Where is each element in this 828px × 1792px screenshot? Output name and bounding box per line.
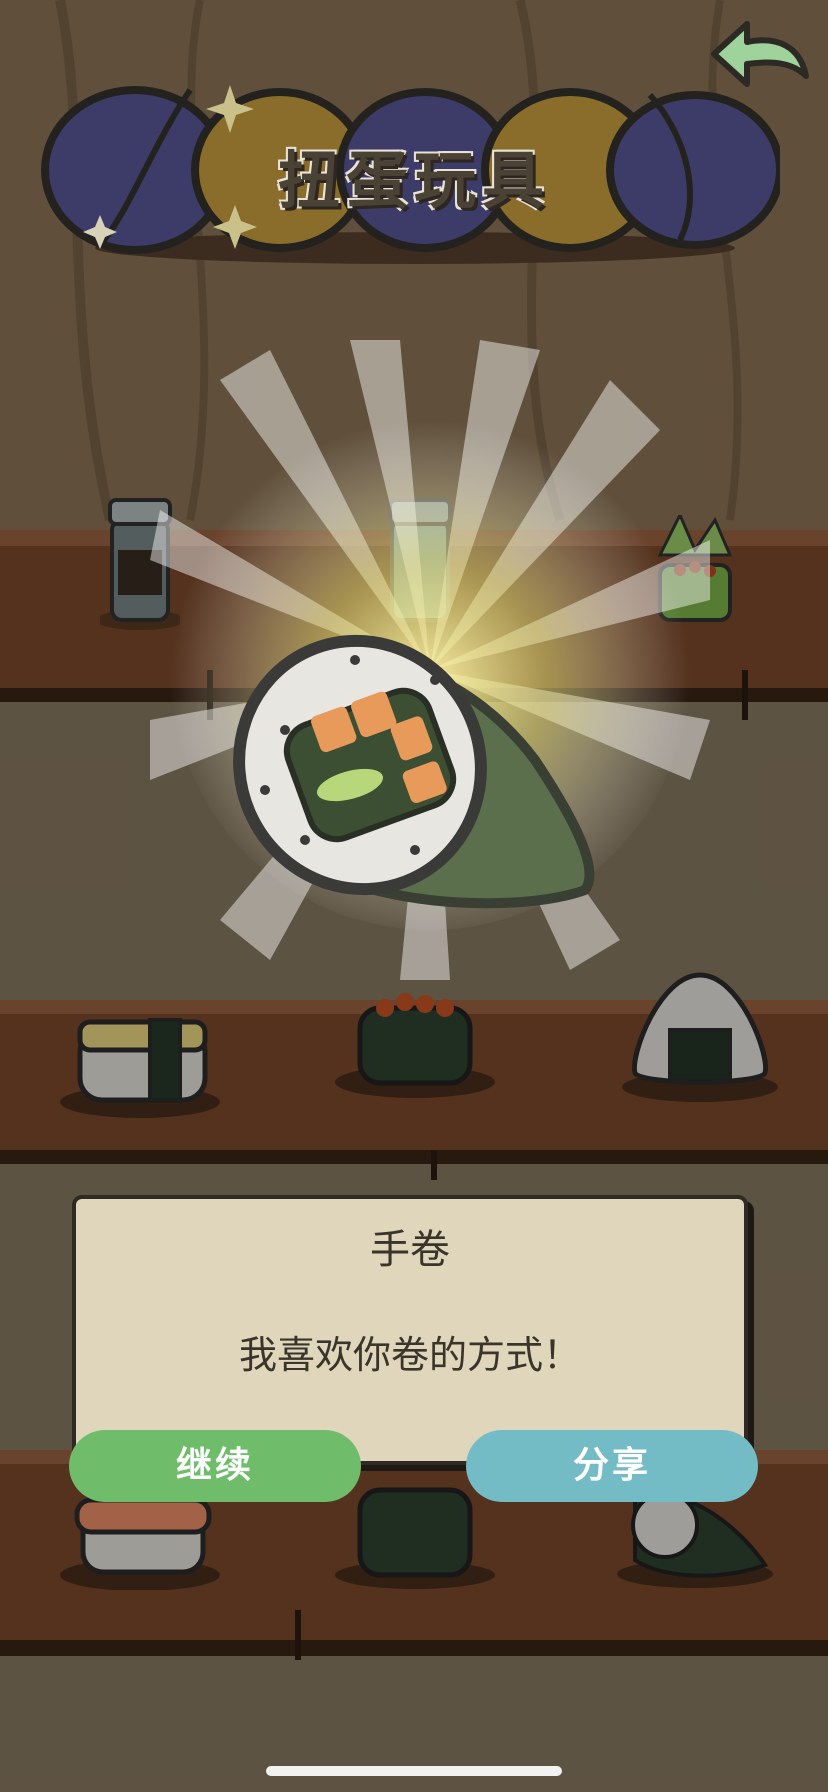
item-message: 我喜欢你卷的方式！	[238, 1333, 581, 1377]
hand-roll-icon	[233, 634, 595, 909]
share-button[interactable]: 分享	[466, 1430, 758, 1502]
reward-dialog: 手卷 我喜欢你卷的方式！	[72, 1195, 748, 1465]
back-arrow-icon[interactable]	[702, 14, 812, 96]
item-name: 手卷	[370, 1227, 450, 1273]
page-title: 扭蛋玩具	[277, 144, 550, 217]
home-indicator[interactable]	[266, 1766, 562, 1776]
continue-button[interactable]: 继续	[69, 1430, 361, 1502]
